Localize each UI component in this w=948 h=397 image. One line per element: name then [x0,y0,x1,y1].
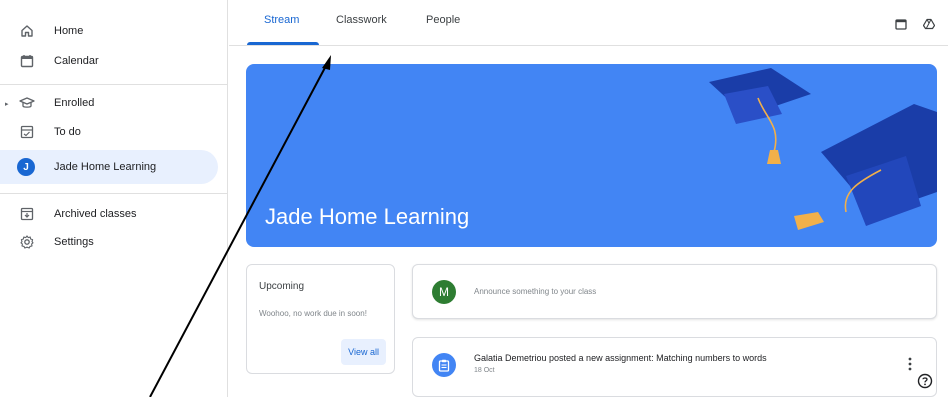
class-avatar: J [17,158,35,176]
calendar-icon[interactable] [894,17,908,31]
enrolled-icon [19,95,35,111]
announce-card[interactable]: M Announce something to your class [412,264,937,319]
sidebar-divider [0,193,228,194]
home-icon [19,23,35,39]
sidebar-item-label: Calendar [54,55,99,67]
class-banner: Jade Home Learning [246,64,937,247]
avatar: M [432,280,456,304]
stream-post[interactable]: Galatia Demetriou posted a new assignmen… [412,337,937,397]
help-icon[interactable] [917,373,933,389]
active-tab-indicator [247,42,319,45]
more-options-icon[interactable] [906,356,914,372]
class-title[interactable]: Jade Home Learning [265,204,469,230]
todo-icon [19,124,35,140]
post-date: 18 Oct [474,367,495,374]
sidebar-item-label: Settings [54,236,94,248]
upcoming-message: Woohoo, no work due in soon! [259,309,367,318]
archive-icon [19,206,35,222]
tab-stream[interactable]: Stream [264,14,299,26]
sidebar-item-label: Archived classes [54,208,137,220]
calendar-icon [19,53,35,69]
sidebar-item-calendar[interactable]: Calendar [0,44,218,78]
sidebar-item-to-do[interactable]: To do [0,115,218,149]
sidebar: Home Calendar ▸ Enrolled To do J Jade Ho… [0,0,228,397]
announce-input[interactable]: Announce something to your class [474,287,596,296]
sidebar-item-label: To do [54,126,81,138]
upcoming-card: Upcoming Woohoo, no work due in soon! Vi… [246,264,395,374]
caret-right-icon[interactable]: ▸ [5,100,9,108]
sidebar-divider [0,84,228,85]
assignment-icon [432,353,456,377]
drive-icon[interactable] [922,17,936,31]
tab-people[interactable]: People [426,14,460,26]
sidebar-item-home[interactable]: Home [0,14,218,48]
sidebar-item-jade-home-learning[interactable]: J Jade Home Learning [0,150,218,184]
view-all-button[interactable]: View all [341,339,386,365]
sidebar-item-label: Enrolled [54,97,95,109]
post-title[interactable]: Galatia Demetriou posted a new assignmen… [474,353,767,363]
settings-icon [19,234,35,250]
sidebar-item-settings[interactable]: Settings [0,225,218,259]
class-tabs: Stream Classwork People [229,0,948,46]
sidebar-item-label: Jade Home Learning [54,161,157,173]
sidebar-item-label: Home [54,25,84,37]
upcoming-title: Upcoming [259,281,305,292]
tab-classwork[interactable]: Classwork [336,14,387,26]
